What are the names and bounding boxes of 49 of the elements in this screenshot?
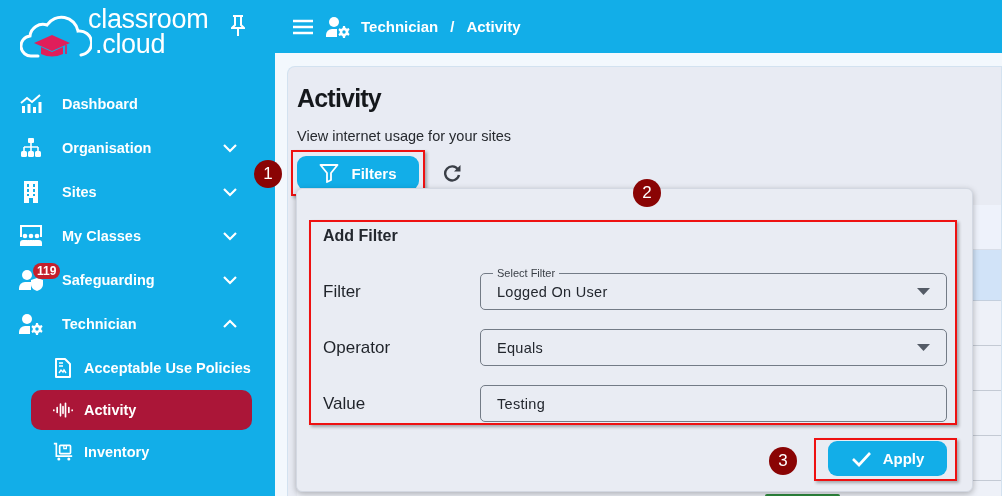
step-marker: 3 xyxy=(769,447,797,475)
building-icon xyxy=(22,181,40,203)
apply-button[interactable]: Apply xyxy=(828,441,947,476)
field-label: Filter xyxy=(323,281,361,302)
classroom-icon xyxy=(19,225,43,247)
chevron-down-icon[interactable] xyxy=(222,187,238,197)
sidebar-subitem[interactable]: Acceptable Use Policies xyxy=(31,348,252,388)
sidebar-item[interactable]: Dashboard xyxy=(0,82,250,126)
dropdown-field[interactable]: Equals xyxy=(480,329,947,366)
logo-text: classroom xyxy=(88,7,209,32)
logo-text: .cloud xyxy=(95,32,167,57)
breadcrumb-separator: / xyxy=(450,18,455,35)
user-gear-icon xyxy=(19,313,43,335)
chevron-down-icon[interactable] xyxy=(222,231,238,241)
cart-box-icon xyxy=(53,441,73,463)
sidebar-subitem[interactable]: Activity xyxy=(31,390,252,430)
document-icon xyxy=(55,358,71,378)
dropdown-caret-icon xyxy=(917,344,930,351)
sidebar-item[interactable]: Safeguarding 119 xyxy=(0,258,250,302)
waveform-icon xyxy=(53,401,73,419)
chart-icon xyxy=(20,94,42,114)
sidebar-item[interactable]: Sites xyxy=(0,170,250,214)
field-label: Value xyxy=(323,393,366,414)
check-icon xyxy=(850,450,871,467)
step-marker: 2 xyxy=(633,179,661,207)
sidebar-item[interactable]: My Classes xyxy=(0,214,250,258)
sidebar-item[interactable]: Organisation xyxy=(0,126,250,170)
page-subtitle: View internet usage for your sites xyxy=(297,128,512,144)
sidebar-item[interactable]: Technician xyxy=(0,302,250,346)
user-gear-icon xyxy=(326,15,350,38)
dropdown-caret-icon xyxy=(917,288,930,295)
text-field[interactable]: Testing xyxy=(480,385,947,422)
refresh-icon[interactable] xyxy=(443,164,461,182)
sidebar-subitem[interactable]: Inventory xyxy=(31,432,252,472)
count-badge: 119 xyxy=(33,263,61,279)
pin-icon[interactable] xyxy=(231,15,245,36)
panel-title: Add Filter xyxy=(323,226,398,246)
breadcrumb-link[interactable]: Technician xyxy=(361,18,439,35)
page-title: Activity xyxy=(297,83,381,114)
filters-button[interactable]: Filters xyxy=(297,156,419,190)
funnel-icon xyxy=(319,163,340,183)
menu-icon[interactable] xyxy=(293,18,313,35)
step-marker: 1 xyxy=(254,160,282,188)
chevron-up-icon[interactable] xyxy=(222,319,238,329)
hierarchy-icon xyxy=(20,138,42,158)
breadcrumb-current: Activity xyxy=(466,18,521,35)
field-label: Operator xyxy=(323,337,391,358)
chevron-down-icon[interactable] xyxy=(222,275,238,285)
chevron-down-icon[interactable] xyxy=(222,143,238,153)
